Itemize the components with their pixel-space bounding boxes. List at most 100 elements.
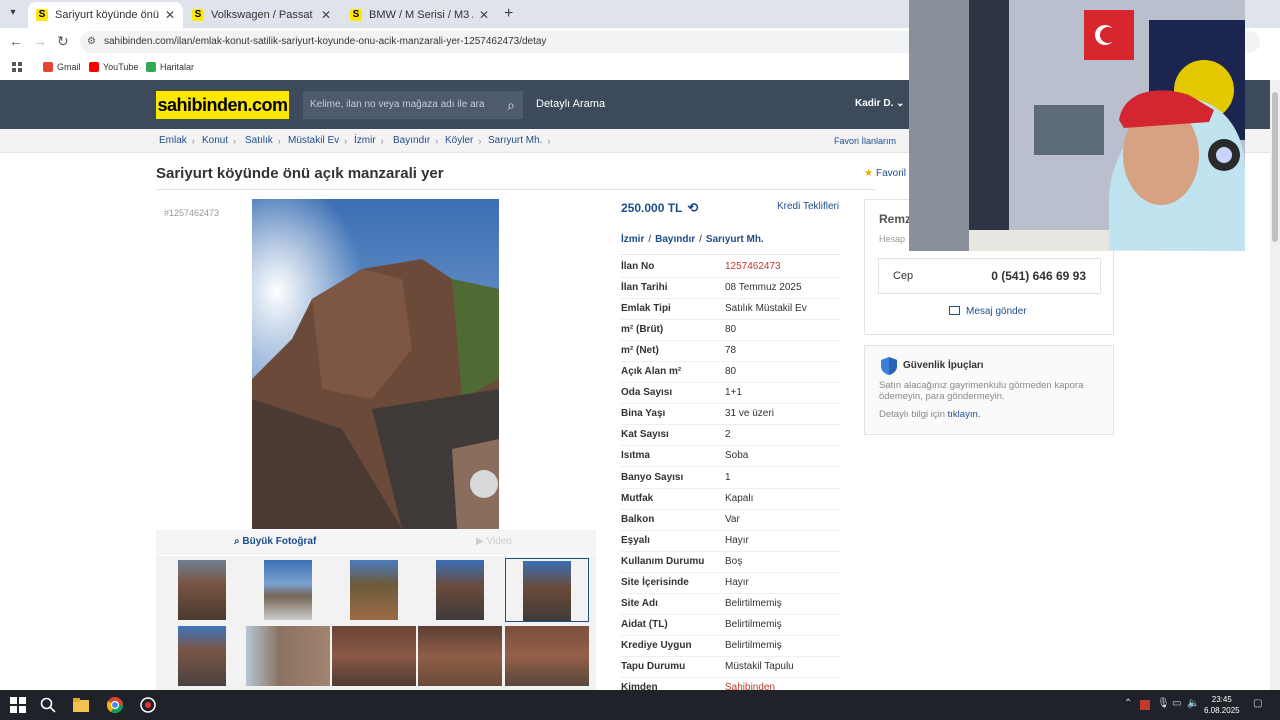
search-icon[interactable]: ⌕ [507,91,515,119]
detail-row: Eşyalı Hayır [621,531,840,552]
detail-key: Mutfak [621,492,654,504]
breadcrumb-item[interactable]: Emlak › [159,135,195,146]
close-tab-icon[interactable]: ✕ [479,8,489,22]
clock-date: 6.08.2025 [1204,706,1240,715]
photo-thumbnail[interactable] [246,624,330,688]
notifications-icon[interactable]: ▢ [1253,698,1262,709]
divider [621,254,840,255]
breadcrumb-item[interactable]: Sarıyurt Mh. › [488,135,550,146]
close-tab-icon[interactable]: ✕ [321,8,331,22]
speaker-icon[interactable]: 🔈 [1187,698,1199,709]
chrome-icon[interactable] [107,697,123,713]
detail-row: Bina Yaşı 31 ve üzeri [621,404,840,426]
page-scrollbar[interactable] [1270,80,1280,690]
location-neighborhood[interactable]: Sarıyurt Mh. [706,234,764,245]
breadcrumb-item[interactable]: İzmir › [354,135,384,146]
chevron-right-icon: › [435,135,439,146]
browser-tab-2[interactable]: S Volkswagen / Passat / 1.8 T / Co ✕ [184,2,339,28]
main-photo[interactable] [252,199,499,529]
breadcrumb-item[interactable]: Konut › [202,135,236,146]
url-text: sahibinden.com/ilan/emlak-konut-satilik-… [104,36,547,47]
back-arrow-icon[interactable]: ← [9,33,23,49]
detail-value: 08 Temmuz 2025 [725,282,802,294]
tab-search-chevron-icon[interactable]: ▾ [4,4,22,22]
shield-icon [881,357,897,375]
breadcrumb-item[interactable]: Köyler › [445,135,481,146]
microphone-icon[interactable]: 🎙 [1157,698,1170,709]
listing-number-tag: #1257462473 [164,208,220,218]
detail-key: Krediye Uygun [621,639,692,651]
breadcrumb-label: Konut [202,135,229,146]
file-explorer-icon[interactable] [73,697,89,713]
new-tab-button[interactable]: + [504,5,513,23]
big-photo-button[interactable]: ⌕ Büyük Fotoğraf [234,536,316,547]
windows-start-icon[interactable] [10,697,26,713]
search-icon[interactable] [40,697,56,713]
detail-key: Açık Alan m² [621,366,682,378]
video-button[interactable]: ▶ Video [476,536,512,547]
detail-value: Soba [725,450,749,462]
photo-thumbnail-selected[interactable] [505,558,589,622]
favorite-label: Favoril [875,168,906,179]
browser-tab-3[interactable]: S BMW / M Serisi / M3 / PROJECT ✕ [342,2,497,28]
photo-thumbnail[interactable] [418,558,502,622]
chevron-right-icon: › [478,135,482,146]
webcam-overlay [909,0,1245,251]
detail-row: m² (Brüt) 80 [621,320,840,342]
gmail-icon [43,62,53,72]
breadcrumb-item[interactable]: Bayındır › [393,135,438,146]
photo-thumbnail[interactable] [332,558,416,622]
photo-thumbnail[interactable] [332,624,416,688]
detail-row: Mutfak Kapalı [621,489,840,510]
location-breadcrumb: İzmir / Bayındır / Sarıyurt Mh. [621,234,764,245]
recorder-app-icon[interactable] [140,697,156,713]
scrollbar-thumb[interactable] [1272,92,1278,242]
bookmark-youtube[interactable]: YouTube [89,62,138,72]
phone-number[interactable]: 0 (541) 646 69 93 [991,269,1086,283]
user-menu[interactable]: Kadir D. ⌄ [855,98,905,109]
breadcrumb-item[interactable]: Satılık › [245,135,281,146]
chevron-right-icon: › [344,135,348,146]
photo-thumbnail[interactable] [505,624,589,688]
location-city[interactable]: İzmir [621,234,644,245]
breadcrumb-label: Emlak [159,135,187,146]
bookmark-maps[interactable]: Haritalar [146,62,194,72]
breadcrumb-item[interactable]: Müstakil Ev › [288,135,347,146]
detail-value[interactable]: 1257462473 [725,261,781,272]
detail-key: Banyo Sayısı [621,471,684,483]
price-history-icon[interactable]: ⟲ [687,200,698,215]
photo-thumbnail[interactable] [160,558,244,622]
site-logo[interactable]: sahibinden.com [156,91,289,119]
site-info-icon[interactable]: ⚙ [87,31,96,53]
photo-thumbnail[interactable] [246,558,330,622]
taskbar-clock[interactable]: 23:45 6.08.2025 [1204,694,1240,716]
reload-icon[interactable]: ↻ [57,33,69,50]
more-info-link[interactable]: tıklayın. [948,409,981,420]
send-message-button[interactable]: Mesaj gönder [949,306,1027,317]
bookmark-gmail[interactable]: Gmail [43,62,81,72]
add-favorite-button[interactable]: ★ Favoril [864,168,906,179]
site-search-input[interactable]: Kelime, ilan no veya mağaza adı ile ara … [303,91,523,119]
credit-offers-link[interactable]: Kredi Teklifleri [777,201,839,212]
seller-name: Remz [879,212,912,226]
browser-tab-1[interactable]: S Sariyurt köyünde önü açık manzar ✕ [28,2,183,28]
bookmark-label: Gmail [57,62,81,72]
security-more-info: Detaylı bilgi için tıklayın. [879,409,980,420]
favorite-listings-link[interactable]: Favori İlanlarım [834,136,896,146]
detail-key: Bina Yaşı [621,408,666,420]
apps-grid-icon[interactable] [12,62,22,72]
photo-thumbnail[interactable] [418,624,502,688]
detail-key: Site İçerisinde [621,576,689,588]
location-district[interactable]: Bayındır [655,234,695,245]
close-tab-icon[interactable]: ✕ [165,8,175,22]
detail-key: Eşyalı [621,534,650,546]
detail-value: 1+1 [725,387,742,399]
network-icon[interactable]: ▭ [1172,698,1181,709]
photo-thumbnail[interactable] [160,624,244,688]
youtube-icon [89,62,99,72]
forward-arrow-icon[interactable]: → [33,33,47,49]
detailed-search-link[interactable]: Detaylı Arama [536,98,605,110]
chevron-up-icon[interactable]: ⌃ [1124,698,1132,709]
bookmark-label: Haritalar [160,62,195,72]
tray-app-icon[interactable] [1140,700,1150,710]
